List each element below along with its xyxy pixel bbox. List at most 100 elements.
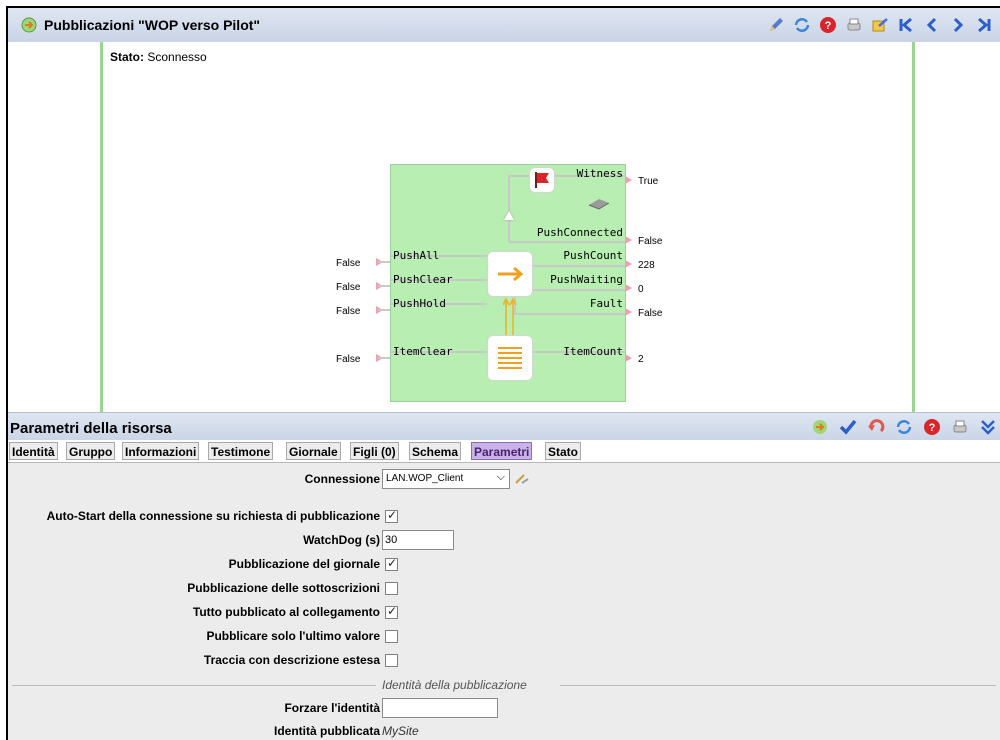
item-list-icon — [487, 335, 533, 381]
forzare-input[interactable] — [382, 698, 498, 718]
tab-informazioni[interactable]: Informazioni — [122, 442, 200, 460]
input-itemclear: ItemClear — [393, 345, 453, 358]
input-pushhold: PushHold — [393, 297, 446, 310]
output-pin[interactable] — [625, 176, 632, 184]
watchdog-label: WatchDog (s) — [303, 533, 380, 547]
reload-icon[interactable] — [792, 15, 812, 35]
params-title: Parametri della risorsa — [10, 420, 172, 437]
tab-gruppo[interactable]: Gruppo — [66, 442, 116, 460]
autostart-label: Auto-Start della connessione su richiest… — [46, 509, 380, 523]
tab-giornale[interactable]: Giornale — [286, 442, 341, 460]
input-pushall: PushAll — [393, 249, 440, 262]
output-witness: Witness — [576, 167, 623, 180]
first-icon[interactable] — [896, 15, 916, 35]
tab-parametri[interactable]: Parametri — [471, 442, 533, 460]
pushall-value: False — [336, 258, 361, 269]
svg-text:?: ? — [929, 422, 936, 434]
pushhold-value: False — [336, 306, 361, 317]
title-bar: Pubblicazioni "WOP verso Pilot" ? — [8, 8, 1000, 43]
refresh-icon[interactable] — [810, 417, 830, 437]
status-text: Stato: Sconnesso — [110, 50, 207, 64]
params-header: Parametri della risorsa ? — [8, 412, 1000, 441]
traccia-label: Traccia con descrizione estesa — [203, 653, 380, 667]
row-autostart: Auto-Start della connessione su richiest… — [8, 506, 1000, 528]
row-sottoscrizioni: Pubblicazione delle sottoscrizioni — [8, 578, 1000, 600]
row-ultimo-valore: Pubblicare solo l'ultimo valore — [8, 626, 1000, 648]
reload-icon[interactable] — [894, 417, 914, 437]
giornale-checkbox[interactable] — [385, 556, 398, 571]
confirm-icon[interactable] — [838, 417, 858, 437]
tab-figli[interactable]: Figli (0) — [350, 442, 399, 460]
output-itemcount: ItemCount — [563, 345, 623, 358]
output-pin[interactable] — [625, 354, 632, 362]
pushwaiting-value: 0 — [638, 284, 644, 295]
up-arrow-icon — [504, 211, 514, 220]
giornale-label: Pubblicazione del giornale — [228, 557, 380, 571]
autostart-checkbox[interactable] — [385, 508, 398, 523]
last-icon[interactable] — [974, 15, 994, 35]
output-pushcount: PushCount — [563, 249, 623, 262]
canvas-left-border — [100, 42, 103, 412]
input-pushclear: PushClear — [393, 273, 453, 286]
connessione-value: LAN.WOP_Client — [386, 473, 464, 484]
network-icon — [587, 195, 611, 211]
row-tutto-pubblicato: Tutto pubblicato al collegamento — [8, 602, 1000, 624]
connessione-label: Connessione — [304, 472, 380, 486]
header-toolbar: ? — [766, 15, 994, 35]
next-icon[interactable] — [948, 15, 968, 35]
help-icon[interactable]: ? — [922, 417, 942, 437]
traccia-checkbox[interactable] — [385, 654, 398, 667]
diagram-canvas: Stato: Sconnesso PushAll PushClear PushH… — [8, 42, 1000, 412]
ultimo-valore-checkbox[interactable] — [385, 630, 398, 643]
watchdog-input[interactable] — [382, 530, 454, 550]
output-pin[interactable] — [625, 260, 632, 268]
tab-schema[interactable]: Schema — [409, 442, 462, 460]
connection-link-icon[interactable] — [514, 471, 530, 490]
window-frame: Pubblicazioni "WOP verso Pilot" ? Stato:… — [6, 6, 1000, 740]
params-form: Connessione LAN.WOP_Client ⌵ Auto-Start … — [8, 463, 1000, 740]
publication-block[interactable]: PushAll PushClear PushHold ItemClear Wit… — [390, 164, 626, 402]
undo-icon[interactable] — [866, 417, 886, 437]
svg-text:?: ? — [825, 20, 832, 32]
collapse-icon[interactable] — [978, 417, 998, 437]
tutto-pubblicato-checkbox[interactable] — [385, 604, 398, 619]
row-section-divider: Identità della pubblicazione — [8, 675, 1000, 697]
connessione-select[interactable]: LAN.WOP_Client ⌵ — [382, 469, 510, 489]
tab-stato[interactable]: Stato — [545, 442, 581, 460]
tab-identita[interactable]: Identità — [9, 442, 58, 460]
status-label: Stato: — [110, 50, 144, 64]
print-icon[interactable] — [950, 417, 970, 437]
section-title: Identità della pubblicazione — [382, 678, 527, 692]
row-forzare: Forzare l'identità — [8, 698, 1000, 720]
output-fault: Fault — [589, 297, 623, 310]
output-pin[interactable] — [625, 308, 632, 316]
sottoscrizioni-label: Pubblicazione delle sottoscrizioni — [187, 581, 380, 595]
row-identita-pubblicata: Identità pubblicata MySite — [8, 721, 1000, 740]
row-connessione: Connessione LAN.WOP_Client ⌵ — [8, 469, 1000, 491]
itemclear-value: False — [336, 354, 361, 365]
refresh-icon[interactable] — [20, 16, 38, 34]
row-giornale: Pubblicazione del giornale — [8, 554, 1000, 576]
help-icon[interactable]: ? — [818, 15, 838, 35]
page-title: Pubblicazioni "WOP verso Pilot" — [44, 17, 261, 33]
forzare-label: Forzare l'identità — [284, 701, 380, 715]
chevron-down-icon: ⌵ — [496, 471, 505, 483]
queue-arrows-icon — [502, 297, 517, 337]
edit-icon[interactable] — [766, 15, 786, 35]
params-toolbar: ? — [810, 417, 998, 437]
output-pushconnected: PushConnected — [536, 226, 623, 239]
prev-icon[interactable] — [922, 15, 942, 35]
output-pin[interactable] — [625, 236, 632, 244]
itemcount-value: 2 — [638, 354, 644, 365]
identita-pubblicata-value: MySite — [382, 724, 419, 738]
sottoscrizioni-checkbox[interactable] — [385, 582, 398, 595]
print-icon[interactable] — [844, 15, 864, 35]
export-icon[interactable] — [870, 15, 890, 35]
canvas-right-border — [912, 42, 915, 412]
tab-testimone[interactable]: Testimone — [208, 442, 274, 460]
output-pushwaiting: PushWaiting — [550, 273, 623, 286]
fault-value: False — [638, 308, 663, 319]
output-pin[interactable] — [625, 284, 632, 292]
witness-flag-icon — [529, 167, 555, 193]
identita-pubblicata-label: Identità pubblicata — [273, 724, 380, 738]
